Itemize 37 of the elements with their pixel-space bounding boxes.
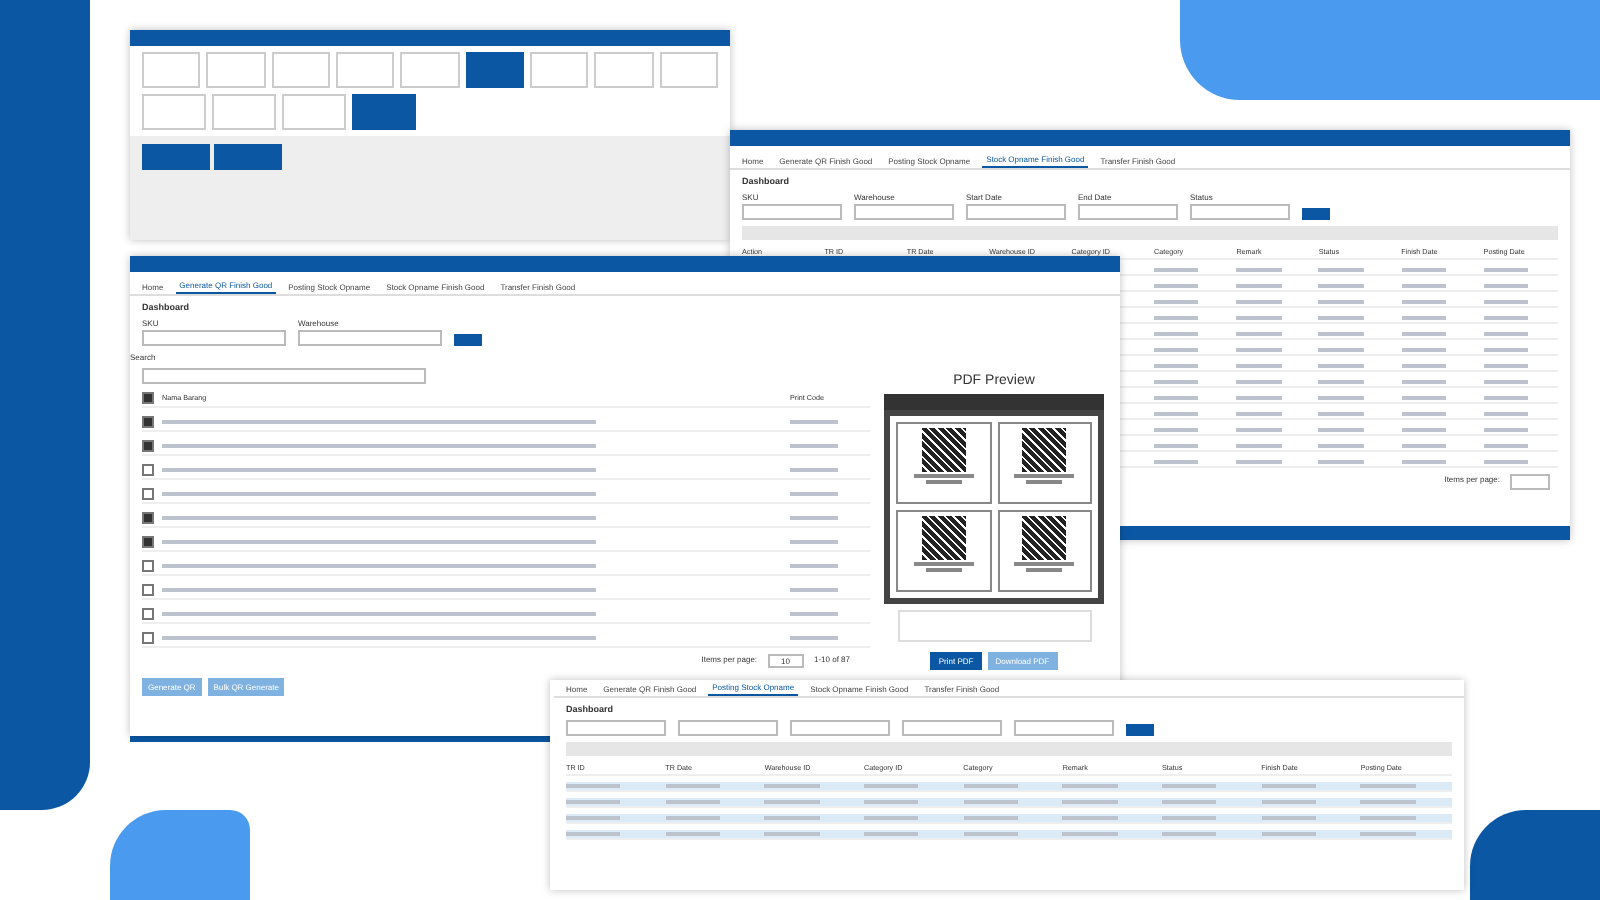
select-field[interactable] <box>566 720 666 736</box>
checkbox[interactable] <box>142 536 154 548</box>
search-field[interactable] <box>142 368 426 384</box>
menu-card[interactable] <box>214 144 282 170</box>
checkbox[interactable] <box>142 512 154 524</box>
go-button[interactable] <box>1126 724 1154 736</box>
qr-label-drawing <box>896 510 991 592</box>
select-field[interactable] <box>1014 720 1114 736</box>
menu-tile[interactable] <box>352 94 416 130</box>
checkbox[interactable] <box>142 440 154 452</box>
checkbox[interactable] <box>142 608 154 620</box>
select-field[interactable] <box>902 720 1002 736</box>
qr-label-drawing <box>997 510 1092 592</box>
checkbox[interactable] <box>142 560 154 572</box>
qr-label-drawing <box>896 422 991 504</box>
checkbox[interactable] <box>142 488 154 500</box>
go-button[interactable] <box>454 334 482 346</box>
checkbox[interactable] <box>142 416 154 428</box>
select-field[interactable] <box>298 330 442 346</box>
page-size-select[interactable] <box>1510 474 1550 490</box>
remarks-field[interactable] <box>897 610 1091 642</box>
checkbox[interactable] <box>142 392 154 404</box>
select-field[interactable] <box>742 204 842 220</box>
checkbox[interactable] <box>142 584 154 596</box>
select-field[interactable] <box>678 720 778 736</box>
checkbox[interactable] <box>142 464 154 476</box>
go-button[interactable] <box>1302 208 1330 220</box>
select-field[interactable] <box>1078 204 1178 220</box>
menu-card[interactable] <box>142 144 210 170</box>
select-field[interactable] <box>966 204 1066 220</box>
select-field[interactable] <box>142 330 286 346</box>
checkbox[interactable] <box>142 632 154 644</box>
select-field[interactable] <box>854 204 954 220</box>
select-field[interactable] <box>1190 204 1290 220</box>
select-field[interactable] <box>790 720 890 736</box>
qr-label-drawing <box>997 422 1092 504</box>
menu-tile[interactable] <box>465 52 524 88</box>
